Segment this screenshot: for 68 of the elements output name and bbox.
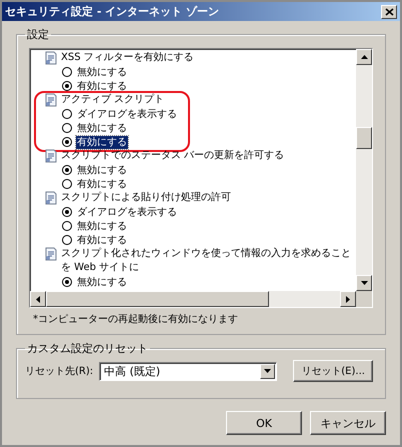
- script-icon: [44, 51, 58, 65]
- radio-button[interactable]: [62, 67, 72, 77]
- radio-button[interactable]: [62, 137, 72, 147]
- level-dropdown[interactable]: 中高 (既定): [99, 362, 278, 380]
- scroll-up-button[interactable]: [356, 49, 372, 65]
- left-arrow-icon: [36, 296, 40, 302]
- scroll-thumb[interactable]: [356, 127, 372, 149]
- option-label: 有効にする: [76, 136, 128, 148]
- option-label: 有効にする: [76, 178, 128, 190]
- radio-button[interactable]: [62, 221, 72, 231]
- option-label: 無効にする: [76, 276, 128, 288]
- radio-button[interactable]: [62, 179, 72, 189]
- group-title: 設定: [26, 27, 50, 42]
- option-label: 無効にする: [76, 164, 128, 176]
- window-title: セキュリティ設定 - インターネット ゾーン: [5, 4, 220, 19]
- reset-label: リセット先(R):: [25, 364, 94, 378]
- scroll-down-button[interactable]: [356, 275, 372, 291]
- close-icon: [384, 8, 394, 16]
- setting-label: スクリプト化されたウィンドウを使って情報の入力を求めることを Web サイトに: [61, 247, 352, 275]
- radio-option[interactable]: 無効にする: [44, 163, 356, 177]
- option-label: 無効にする: [76, 122, 128, 134]
- radio-option[interactable]: 有効にする: [44, 177, 356, 191]
- radio-button[interactable]: [62, 81, 72, 91]
- radio-option[interactable]: ダイアログを表示する: [44, 107, 356, 121]
- radio-option[interactable]: 無効にする: [44, 65, 356, 79]
- scroll-right-button[interactable]: [340, 291, 356, 307]
- radio-button[interactable]: [62, 109, 72, 119]
- radio-option[interactable]: 無効にする: [44, 121, 356, 135]
- cancel-button[interactable]: キャンセル: [310, 411, 386, 435]
- script-icon: [44, 247, 58, 261]
- reset-button[interactable]: リセット(E)...: [293, 360, 374, 382]
- radio-button[interactable]: [62, 123, 72, 133]
- footnote: *コンピューターの再起動後に有効になります: [32, 312, 239, 327]
- radio-button[interactable]: [62, 165, 72, 175]
- setting-label: アクティブ スクリプト: [61, 93, 164, 107]
- radio-option[interactable]: 有効にする: [44, 135, 356, 149]
- radio-option[interactable]: 無効にする: [44, 219, 356, 233]
- scroll-left-button[interactable]: [30, 291, 46, 307]
- scrollbar-corner: [356, 291, 372, 307]
- radio-option[interactable]: 有効にする: [44, 233, 356, 247]
- script-icon: [44, 149, 58, 163]
- group-title: カスタム設定のリセット: [26, 341, 149, 356]
- radio-option[interactable]: 無効にする: [44, 275, 356, 289]
- ok-button[interactable]: OK: [226, 411, 302, 435]
- setting-label: XSS フィルターを有効にする: [61, 51, 194, 65]
- option-label: 無効にする: [76, 66, 128, 78]
- close-button[interactable]: [381, 4, 397, 18]
- option-label: ダイアログを表示する: [76, 108, 178, 120]
- radio-button[interactable]: [62, 235, 72, 245]
- radio-button[interactable]: [62, 277, 72, 287]
- radio-option[interactable]: ダイアログを表示する: [44, 205, 356, 219]
- script-icon: [44, 93, 58, 107]
- scroll-thumb[interactable]: [46, 291, 270, 307]
- option-label: 有効にする: [76, 80, 128, 92]
- vertical-scrollbar[interactable]: [356, 49, 372, 291]
- dropdown-arrow-icon: [264, 369, 272, 373]
- option-label: ダイアログを表示する: [76, 206, 178, 218]
- option-label: 無効にする: [76, 220, 128, 232]
- right-arrow-icon: [346, 296, 350, 302]
- setting-label: スクリプトによる貼り付け処理の許可: [61, 191, 231, 205]
- up-arrow-icon: [360, 55, 368, 59]
- horizontal-scrollbar[interactable]: [30, 291, 372, 307]
- radio-option[interactable]: 有効にする: [44, 79, 356, 93]
- setting-label: スクリプトでのステータス バーの更新を許可する: [61, 149, 284, 163]
- option-label: 有効にする: [76, 234, 128, 246]
- radio-button[interactable]: [62, 207, 72, 217]
- script-icon: [44, 191, 58, 205]
- down-arrow-icon: [360, 281, 368, 285]
